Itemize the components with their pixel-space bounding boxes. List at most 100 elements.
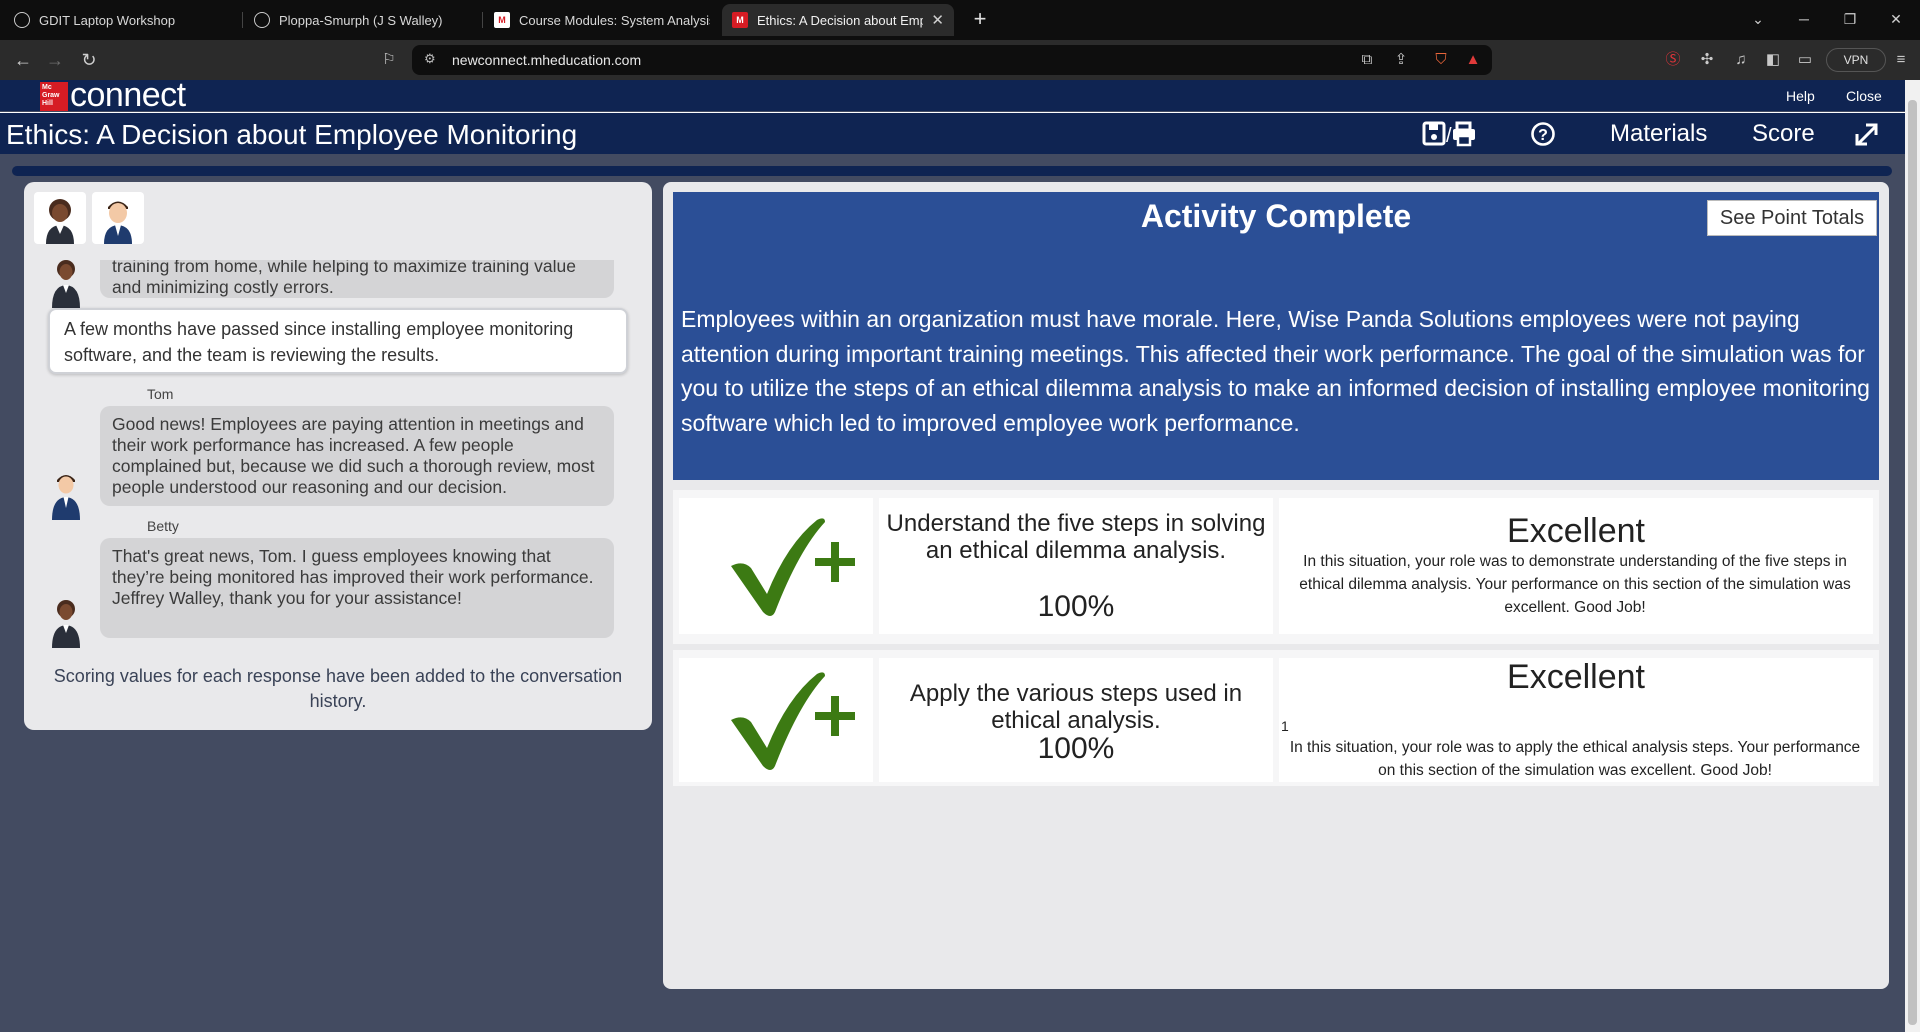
tab-ethics-active[interactable]: M Ethics: A Decision about Employ ✕ — [722, 4, 954, 36]
scoring-note: Scoring values for each response have be… — [53, 666, 623, 711]
tab-label: GDIT Laptop Workshop — [39, 12, 176, 28]
mcgraw-hill-icon: M — [732, 12, 748, 28]
webpage-icon — [14, 12, 30, 28]
materials-button[interactable]: Materials — [1610, 120, 1707, 148]
scrollbar-thumb[interactable] — [1908, 100, 1917, 1025]
score-button[interactable]: Score — [1752, 120, 1815, 148]
site-settings-icon[interactable]: ⚙ — [424, 51, 436, 67]
feedback-cell: Excellent 1 In this situation, your role… — [1279, 658, 1873, 782]
activity-title-bar: Ethics: A Decision about Employee Monito… — [0, 112, 1905, 154]
tab-label: Ethics: A Decision about Employ — [757, 12, 924, 28]
sidebar-icon[interactable]: ◧ — [1762, 49, 1784, 71]
browser-toolbar: ← → ↻ ⚐ ⚙ newconnect.mheducation.com ⧉ ⇪… — [0, 40, 1920, 80]
logo-line: Mc — [42, 84, 52, 91]
bookmark-icon[interactable]: ⚐ — [376, 48, 402, 72]
conversation-history[interactable]: training from home, while helping to max… — [24, 260, 652, 655]
results-summary-text: Employees within an organization must ha… — [681, 306, 1870, 436]
address-bar[interactable]: ⚙ newconnect.mheducation.com — [412, 45, 1492, 75]
expand-glyph — [1855, 123, 1878, 146]
tab-separator — [242, 12, 243, 28]
close-tab-icon[interactable]: ✕ — [923, 11, 944, 29]
wallet-icon[interactable]: ▭ — [1794, 49, 1816, 71]
tab-separator — [482, 12, 483, 28]
vpn-label: VPN — [1843, 53, 1869, 67]
feedback-text: In this situation, your role was to demo… — [1299, 553, 1851, 616]
objective-cell: Apply the various steps used in ethical … — [879, 658, 1273, 782]
speaker-name: Tom — [147, 386, 174, 402]
tab-course-modules[interactable]: M Course Modules: System Analysis an — [484, 4, 720, 36]
connect-brand: connect — [70, 76, 186, 114]
tab-ploppa-smurph[interactable]: Ploppa-Smurph (J S Walley) — [244, 4, 480, 36]
betty-avatar-icon — [52, 260, 80, 308]
objective-row: Apply the various steps used in ethical … — [673, 650, 1879, 786]
tom-avatar-icon — [52, 475, 80, 520]
extensions-puzzle-icon[interactable]: ✣ — [1696, 49, 1718, 71]
reload-icon[interactable]: ↻ — [76, 48, 102, 72]
objective-percent: 100% — [1037, 732, 1115, 765]
see-point-totals-button[interactable]: See Point Totals — [1707, 200, 1877, 236]
rating-label: Excellent — [1507, 658, 1645, 696]
chat-bubble-tom: Good news! Employees are paying attentio… — [100, 406, 614, 506]
save-print-icon[interactable]: / — [1422, 120, 1482, 155]
narration-card: A few months have passed since installin… — [48, 308, 628, 374]
objective-percent: 100% — [1037, 590, 1115, 623]
feedback-text: In this situation, your role was to appl… — [1289, 739, 1861, 779]
media-icon[interactable]: ♫ — [1730, 49, 1752, 71]
svg-text:/: / — [1446, 125, 1452, 147]
objective-text: Apply the various steps used in ethical … — [909, 680, 1243, 734]
activity-progress-bar — [12, 166, 1892, 176]
vpn-button[interactable]: VPN — [1826, 48, 1886, 72]
extension-s-icon[interactable]: Ⓢ — [1662, 49, 1684, 71]
objective-icon-cell — [679, 498, 873, 634]
browser-tab-strip: GDIT Laptop Workshop Ploppa-Smurph (J S … — [0, 0, 1920, 40]
save-print-glyph: / — [1422, 121, 1475, 147]
url-text: newconnect.mheducation.com — [452, 52, 642, 68]
close-window-icon[interactable]: ✕ — [1878, 6, 1914, 32]
stray-marker: 1 — [1281, 718, 1289, 734]
help-link[interactable]: Help — [1786, 88, 1815, 104]
help-circle-icon[interactable]: ? — [1530, 120, 1556, 155]
tab-gdit-laptop-workshop[interactable]: GDIT Laptop Workshop — [4, 4, 240, 36]
connect-header: Mc Graw Hill connect Help Close — [0, 76, 1905, 114]
activity-workspace: training from home, while helping to max… — [12, 182, 1892, 1032]
webpage-icon — [254, 12, 270, 28]
betty-avatar-icon — [46, 199, 74, 244]
feedback-cell: Excellent In this situation, your role w… — [1279, 498, 1873, 634]
chat-bubble-betty: That's great news, Tom. I guess employee… — [100, 538, 614, 638]
brave-shields-icon[interactable]: ⛉ — [1430, 49, 1452, 71]
share-icon[interactable]: ⇪ — [1390, 49, 1412, 71]
rating-label: Excellent — [1507, 512, 1645, 550]
tom-avatar-icon — [104, 201, 132, 244]
help-circle-glyph: ? — [1531, 122, 1555, 146]
forward-arrow-icon[interactable]: → — [42, 48, 68, 72]
logo-line: Hill — [42, 100, 53, 107]
results-panel: Activity Complete See Point Totals Emplo… — [663, 182, 1889, 989]
back-arrow-icon[interactable]: ← — [10, 48, 36, 72]
rewards-icon[interactable]: ▲ — [1462, 49, 1484, 71]
conversation-panel: training from home, while helping to max… — [24, 182, 652, 730]
page-title: Ethics: A Decision about Employee Monito… — [6, 119, 578, 150]
open-in-app-icon[interactable]: ⧉ — [1356, 49, 1378, 71]
chat-bubble: training from home, while helping to max… — [100, 260, 614, 298]
tom-avatar-tile[interactable] — [92, 192, 144, 244]
page-content: Mc Graw Hill connect Help Close Ethics: … — [0, 76, 1905, 1032]
objective-row: Understand the five steps in solving an … — [673, 490, 1879, 644]
tab-label: Course Modules: System Analysis an — [519, 12, 710, 28]
results-summary-box: Activity Complete See Point Totals Emplo… — [673, 192, 1879, 480]
svg-text:?: ? — [1538, 127, 1548, 144]
check-plus-icon — [731, 672, 855, 770]
mcgraw-hill-logo: Mc Graw Hill — [40, 82, 68, 111]
new-tab-button[interactable]: + — [966, 6, 994, 34]
fullscreen-icon[interactable] — [1854, 120, 1880, 155]
minimize-icon[interactable]: ─ — [1786, 6, 1822, 32]
close-link[interactable]: Close — [1846, 88, 1882, 104]
betty-avatar-icon — [52, 600, 80, 648]
betty-avatar-tile[interactable] — [34, 192, 86, 244]
menu-icon[interactable]: ≡ — [1890, 49, 1912, 71]
objective-cell: Understand the five steps in solving an … — [879, 498, 1273, 634]
mcgraw-hill-icon: M — [494, 12, 510, 28]
restore-icon[interactable]: ❐ — [1832, 6, 1868, 32]
tab-label: Ploppa-Smurph (J S Walley) — [279, 12, 443, 28]
logo-line: Graw — [42, 92, 60, 99]
tab-search-chevron-icon[interactable]: ⌄ — [1740, 6, 1776, 32]
